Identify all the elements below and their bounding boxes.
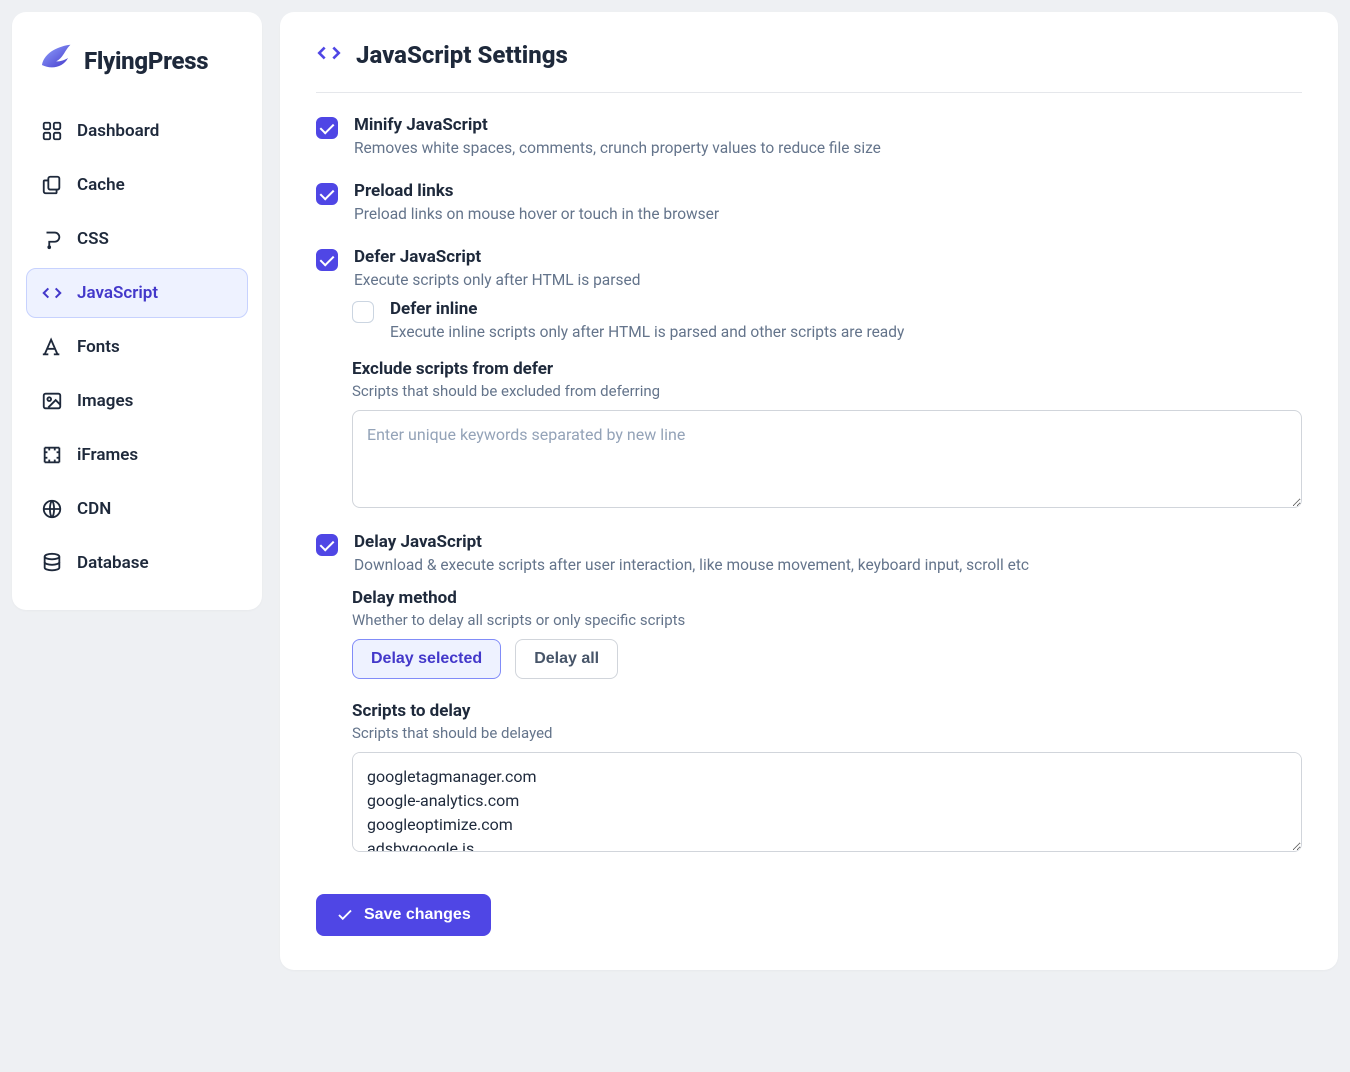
sidebar-item-label: CDN: [77, 499, 111, 519]
sidebar-item-cdn[interactable]: CDN: [26, 484, 248, 534]
page-title: JavaScript Settings: [356, 41, 568, 69]
delay-all-button[interactable]: Delay all: [515, 639, 618, 679]
brand-logo-icon: [36, 40, 74, 82]
iframes-icon: [41, 444, 63, 466]
css-icon: [41, 228, 63, 250]
setting-delay: Delay JavaScript Download & execute scri…: [316, 532, 1302, 574]
setting-desc: Removes white spaces, comments, crunch p…: [354, 139, 1302, 157]
sidebar-item-javascript[interactable]: JavaScript: [26, 268, 248, 318]
setting-defer: Defer JavaScript Execute scripts only af…: [316, 247, 1302, 289]
setting-desc: Execute scripts only after HTML is parse…: [354, 271, 1302, 289]
sidebar-item-images[interactable]: Images: [26, 376, 248, 426]
setting-title: Preload links: [354, 181, 1302, 201]
brand: FlyingPress: [26, 34, 248, 100]
setting-title: Delay JavaScript: [354, 532, 1302, 552]
sidebar-item-fonts[interactable]: Fonts: [26, 322, 248, 372]
sidebar-item-label: Images: [77, 391, 133, 411]
database-icon: [41, 552, 63, 574]
delay-method-desc: Whether to delay all scripts or only spe…: [352, 611, 1302, 629]
exclude-desc: Scripts that should be excluded from def…: [352, 382, 1302, 400]
save-button-label: Save changes: [364, 906, 471, 924]
sidebar-nav: Dashboard Cache CSS JavaScript: [26, 106, 248, 588]
setting-desc: Download & execute scripts after user in…: [354, 556, 1302, 574]
sidebar-item-label: JavaScript: [77, 283, 158, 303]
save-button[interactable]: Save changes: [316, 894, 491, 936]
sidebar-item-label: Cache: [77, 175, 125, 195]
cdn-icon: [41, 498, 63, 520]
sidebar-item-css[interactable]: CSS: [26, 214, 248, 264]
code-icon: [316, 40, 342, 70]
delay-checkbox[interactable]: [316, 534, 338, 556]
defer-inline-checkbox[interactable]: [352, 301, 374, 323]
cache-icon: [41, 174, 63, 196]
delay-method-heading: Delay method: [352, 588, 1302, 608]
sidebar-item-label: Fonts: [77, 337, 120, 357]
main-panel: JavaScript Settings Minify JavaScript Re…: [280, 12, 1338, 970]
sidebar-item-label: Dashboard: [77, 121, 159, 141]
page-header: JavaScript Settings: [316, 40, 1302, 93]
sidebar-item-iframes[interactable]: iFrames: [26, 430, 248, 480]
fonts-icon: [41, 336, 63, 358]
exclude-heading: Exclude scripts from defer: [352, 359, 1302, 379]
setting-desc: Execute inline scripts only after HTML i…: [390, 323, 1302, 341]
delay-selected-button[interactable]: Delay selected: [352, 639, 501, 679]
images-icon: [41, 390, 63, 412]
defer-checkbox[interactable]: [316, 249, 338, 271]
code-icon: [41, 282, 63, 304]
exclude-defer-section: Exclude scripts from defer Scripts that …: [352, 359, 1302, 512]
sidebar-item-database[interactable]: Database: [26, 538, 248, 588]
setting-desc: Preload links on mouse hover or touch in…: [354, 205, 1302, 223]
delay-method-section: Delay method Whether to delay all script…: [352, 588, 1302, 856]
scripts-to-delay-input[interactable]: [352, 752, 1302, 852]
setting-title: Defer JavaScript: [354, 247, 1302, 267]
dashboard-icon: [41, 120, 63, 142]
sidebar-item-cache[interactable]: Cache: [26, 160, 248, 210]
sidebar-item-dashboard[interactable]: Dashboard: [26, 106, 248, 156]
minify-checkbox[interactable]: [316, 117, 338, 139]
scripts-delay-heading: Scripts to delay: [352, 701, 1302, 721]
check-icon: [336, 906, 354, 924]
scripts-delay-desc: Scripts that should be delayed: [352, 724, 1302, 742]
setting-title: Defer inline: [390, 299, 1302, 319]
sidebar-item-label: iFrames: [77, 445, 138, 465]
preload-checkbox[interactable]: [316, 183, 338, 205]
delay-method-toggle: Delay selected Delay all: [352, 639, 1302, 679]
setting-title: Minify JavaScript: [354, 115, 1302, 135]
setting-preload: Preload links Preload links on mouse hov…: [316, 181, 1302, 223]
sidebar-item-label: CSS: [77, 229, 109, 249]
sidebar: FlyingPress Dashboard Cache CSS: [12, 12, 262, 610]
sidebar-item-label: Database: [77, 553, 149, 573]
exclude-scripts-input[interactable]: [352, 410, 1302, 508]
brand-name: FlyingPress: [84, 47, 208, 75]
setting-minify: Minify JavaScript Removes white spaces, …: [316, 115, 1302, 157]
setting-defer-inline: Defer inline Execute inline scripts only…: [352, 299, 1302, 341]
